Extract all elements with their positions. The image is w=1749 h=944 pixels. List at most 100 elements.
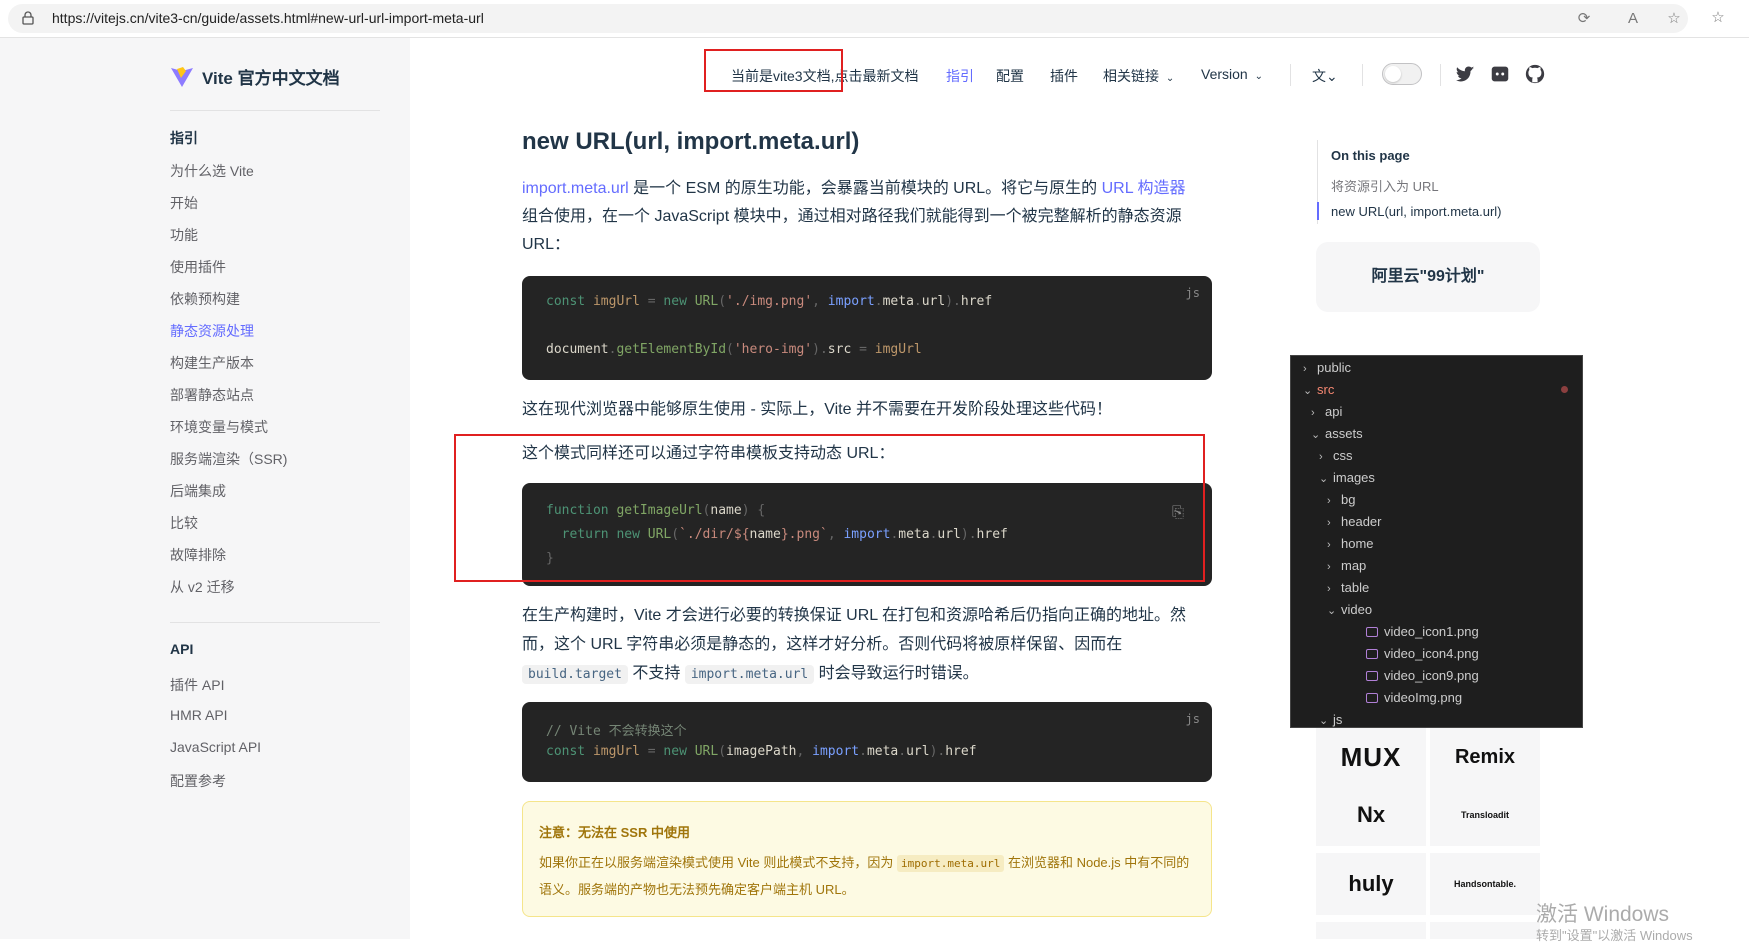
tree-folder[interactable]: › home <box>1327 533 1374 555</box>
url-constructor-link[interactable]: URL 构造器 <box>1102 180 1186 197</box>
language-switch-icon[interactable]: 文⌄ <box>1312 66 1338 86</box>
brand-title: Vite 官方中文文档 <box>202 69 340 88</box>
code-line: document.getElementById('hero-img').src … <box>546 342 922 357</box>
toc-item-active[interactable]: new URL(url, import.meta.url) <box>1331 204 1502 219</box>
windows-activation-watermark: 激活 Windows <box>1536 903 1670 926</box>
tree-file[interactable]: videoImg.png <box>1366 687 1462 709</box>
warning-code: import.meta.url <box>897 855 1005 872</box>
favorite-star-icon[interactable]: ☆ <box>1664 9 1684 29</box>
sidebar-item-active[interactable]: 静态资源处理 <box>170 321 254 341</box>
file-explorer-panel: › public ⌄ src › api ⌄ assets › css ⌄ images › bg › hea… <box>1290 355 1583 728</box>
nav-plugins[interactable]: 插件 <box>1050 66 1078 86</box>
tree-folder[interactable]: › header <box>1327 511 1381 533</box>
lock-icon[interactable] <box>22 11 34 25</box>
tree-file[interactable]: video_icon9.png <box>1366 665 1479 687</box>
tree-folder[interactable]: ⌄ src <box>1303 379 1334 401</box>
sidebar-item[interactable]: 故障排除 <box>170 545 226 565</box>
tree-folder[interactable]: › bg <box>1327 489 1355 511</box>
image-file-icon <box>1366 649 1378 659</box>
sidebar-item[interactable]: 插件 API <box>170 675 224 695</box>
warning-body: 如果你正在以服务端渲染模式使用 Vite 则此模式不支持，因为 import.m… <box>539 850 1197 903</box>
sponsor-huly[interactable]: huly <box>1316 853 1426 915</box>
tree-folder[interactable]: › public <box>1303 357 1351 379</box>
chevron-right-icon: › <box>1327 495 1331 507</box>
sidebar-item[interactable]: 开始 <box>170 193 198 213</box>
chevron-right-icon: › <box>1327 561 1331 573</box>
tree-label: bg <box>1341 492 1356 507</box>
vite-logo-icon <box>171 66 193 87</box>
sidebar-item[interactable]: 后端集成 <box>170 481 226 501</box>
sidebar-item[interactable]: 从 v2 迁移 <box>170 577 235 597</box>
sidebar-item[interactable]: 使用插件 <box>170 257 226 277</box>
toc-title: On this page <box>1331 148 1410 163</box>
nav-version-dropdown[interactable]: Version ⌄ <box>1201 66 1263 82</box>
nav-divider <box>1290 64 1291 86</box>
sidebar-item[interactable]: 功能 <box>170 225 198 245</box>
sun-icon <box>1385 66 1401 82</box>
sponsor-remix[interactable]: Remix <box>1430 726 1540 788</box>
tree-label: home <box>1341 536 1374 551</box>
tree-folder[interactable]: › table <box>1327 577 1369 599</box>
sidebar-item[interactable]: 服务端渲染（SSR) <box>170 449 287 469</box>
tree-folder[interactable]: ⌄ video <box>1327 599 1372 621</box>
tree-folder[interactable]: › map <box>1327 555 1366 577</box>
production-build-paragraph: 在生产构建时，Vite 才会进行必要的转换保证 URL 在打包和资源哈希后仍指向… <box>522 601 1212 689</box>
code-language-label: js <box>1185 286 1200 300</box>
toc-item[interactable]: 将资源引入为 URL <box>1331 176 1439 195</box>
sidebar-item[interactable]: 环境变量与模式 <box>170 417 268 437</box>
discord-icon[interactable] <box>1489 63 1511 85</box>
address-bar[interactable]: https://vitejs.cn/vite3-cn/guide/assets.… <box>8 4 1688 33</box>
github-icon[interactable] <box>1524 63 1546 85</box>
intro-text: 是一个 ESM 的原生功能，会暴露当前模块的 URL。将它与原生的 <box>628 180 1102 197</box>
sidebar-item[interactable]: 部署静态站点 <box>170 385 254 405</box>
tree-file[interactable]: video_icon1.png <box>1366 621 1479 643</box>
tree-label: images <box>1333 470 1375 485</box>
read-aloud-icon[interactable]: A <box>1623 9 1643 29</box>
favorites-icon[interactable]: ☆ <box>1708 8 1728 28</box>
tree-label: css <box>1333 448 1353 463</box>
chevron-right-icon: › <box>1311 407 1315 419</box>
warning-title: 注意：无法在 SSR 中使用 <box>539 825 690 840</box>
sidebar-item[interactable]: 比较 <box>170 513 198 533</box>
import-meta-url-link[interactable]: import.meta.url <box>522 180 629 197</box>
ad-card[interactable]: 阿里云"99计划" <box>1316 242 1540 312</box>
tree-file[interactable]: video_icon4.png <box>1366 643 1479 665</box>
chevron-right-icon: › <box>1303 363 1307 375</box>
nav-guide[interactable]: 指引 <box>946 66 974 86</box>
import-meta-url-code: import.meta.url <box>684 665 815 684</box>
warning-text: 如果你正在以服务端渲染模式使用 Vite 则此模式不支持，因为 <box>539 855 898 870</box>
dark-mode-toggle[interactable] <box>1382 63 1422 85</box>
tree-folder[interactable]: › api <box>1311 401 1342 423</box>
tree-folder[interactable]: ⌄ images <box>1319 467 1375 489</box>
nav-links-dropdown[interactable]: 相关链接 ⌄ <box>1103 66 1174 86</box>
tree-folder[interactable]: › css <box>1319 445 1353 467</box>
sidebar-group-title: API <box>170 641 194 657</box>
tree-label: video <box>1341 602 1373 617</box>
sidebar-item[interactable]: 配置参考 <box>170 771 226 791</box>
brand[interactable]: Vite 官方中文文档 <box>170 64 340 89</box>
nav-divider <box>1440 64 1441 86</box>
sponsor-handsontable[interactable]: Handsontable. <box>1430 853 1540 915</box>
translate-page-icon[interactable]: ⟳ <box>1574 9 1594 29</box>
tree-folder[interactable]: ⌄ js <box>1319 709 1342 727</box>
chevron-right-icon: › <box>1327 583 1331 595</box>
modified-dot <box>1561 386 1568 393</box>
tree-label: api <box>1325 404 1343 419</box>
sidebar-item[interactable]: JavaScript API <box>170 739 261 755</box>
sponsor-transloadit[interactable]: Transloadit <box>1430 784 1540 846</box>
nav-config[interactable]: 配置 <box>996 66 1024 86</box>
code-comment: // Vite 不会转换这个 <box>546 724 687 739</box>
url-text[interactable]: https://vitejs.cn/vite3-cn/guide/assets.… <box>52 10 484 26</box>
sponsor-nx[interactable]: Nx <box>1316 784 1426 846</box>
nav-links-label: 相关链接 <box>1103 68 1159 84</box>
sponsor-tile[interactable] <box>1316 922 1426 939</box>
tree-folder[interactable]: ⌄ assets <box>1311 423 1363 445</box>
highlight-box-notice <box>704 49 843 92</box>
sidebar-item[interactable]: 依赖预构建 <box>170 289 240 309</box>
sidebar-item[interactable]: HMR API <box>170 707 228 723</box>
sidebar-item[interactable]: 构建生产版本 <box>170 353 254 373</box>
twitter-icon[interactable] <box>1454 63 1476 85</box>
sidebar-item[interactable]: 为什么选 Vite <box>170 161 254 181</box>
sponsor-tile[interactable] <box>1430 922 1540 939</box>
sponsor-mux[interactable]: MUX <box>1316 726 1426 788</box>
